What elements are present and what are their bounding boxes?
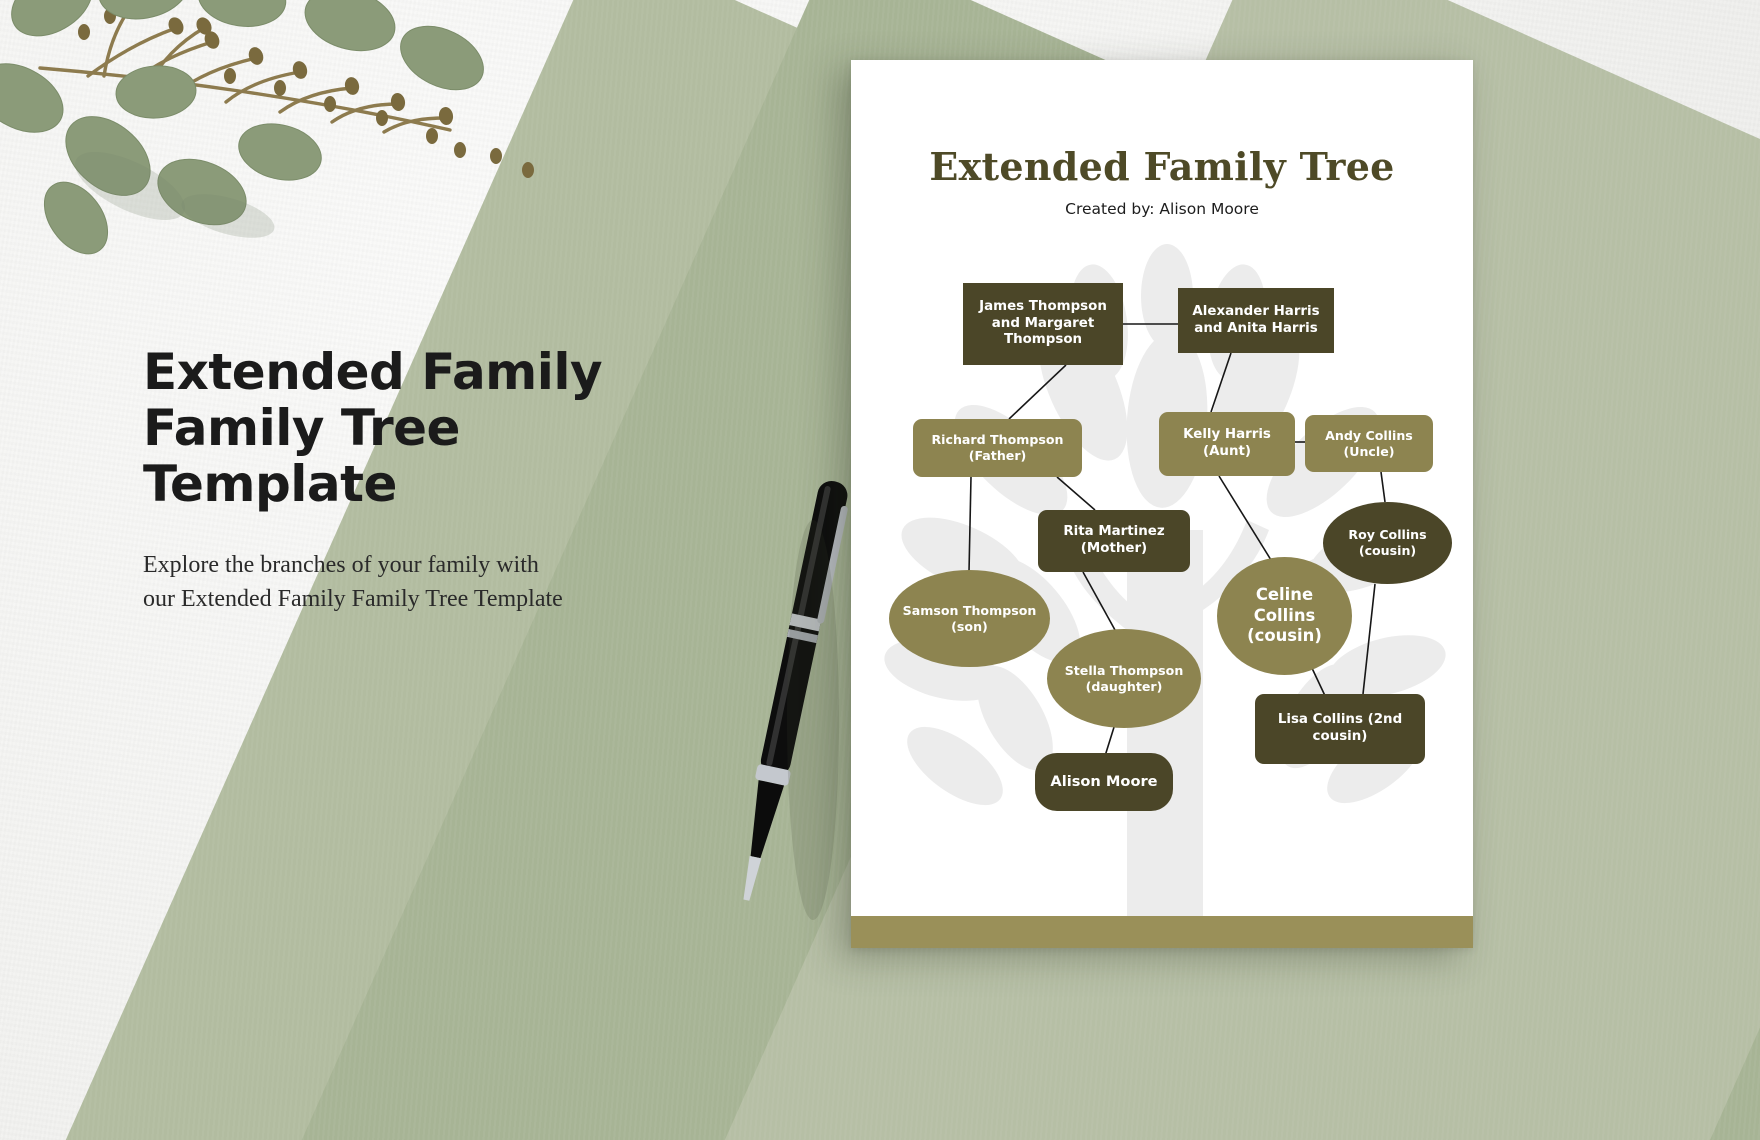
pen-decoration (743, 480, 848, 920)
page-title: Extended Family Family Tree Template (143, 343, 603, 513)
node-celine-collins[interactable]: Celine Collins (cousin) (1217, 557, 1352, 675)
node-james-thompson[interactable]: James Thompson and Margaret Thompson (963, 283, 1123, 365)
family-tree-document-card[interactable]: James Thompson and Margaret Thompson Ale… (851, 60, 1473, 948)
node-stella-thompson[interactable]: Stella Thompson (daughter) (1047, 629, 1201, 728)
node-samson-thompson[interactable]: Samson Thompson (son) (889, 570, 1050, 667)
document-footer-bar (851, 916, 1473, 948)
document-title: Extended Family Tree (929, 144, 1395, 189)
eucalyptus-sprig-decoration (0, 0, 534, 255)
node-richard-thompson[interactable]: Richard Thompson (Father) (913, 419, 1082, 477)
node-rita-martinez[interactable]: Rita Martinez (Mother) (1038, 510, 1190, 572)
node-roy-collins[interactable]: Roy Collins (cousin) (1323, 502, 1452, 584)
node-andy-collins[interactable]: Andy Collins (Uncle) (1305, 415, 1433, 472)
screenshot-stage: Extended Family Family Tree Template Exp… (0, 0, 1760, 1140)
node-alison-moore[interactable]: Alison Moore (1035, 753, 1173, 811)
node-kelly-harris[interactable]: Kelly Harris (Aunt) (1159, 412, 1295, 476)
family-tree-diagram: James Thompson and Margaret Thompson Ale… (851, 60, 1473, 948)
promo-copy: Extended Family Family Tree Template Exp… (143, 344, 663, 616)
promo-description: Explore the branches of your family with… (143, 552, 563, 613)
node-alexander-harris[interactable]: Alexander Harris and Anita Harris (1178, 288, 1334, 353)
node-lisa-collins[interactable]: Lisa Collins (2nd cousin) (1255, 694, 1425, 764)
document-created-by: Created by: Alison Moore (1065, 200, 1259, 218)
